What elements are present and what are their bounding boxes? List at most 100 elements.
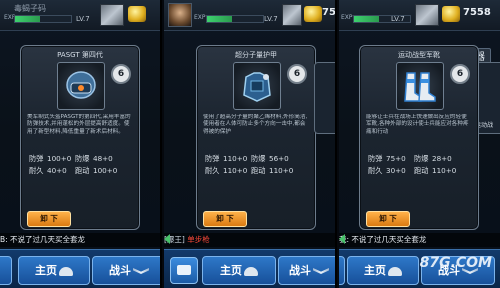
exp-label: EXP [341, 14, 353, 21]
home-button[interactable]: 主页 [202, 256, 276, 285]
gold-coins-icon[interactable] [442, 6, 460, 22]
chat-button[interactable] [339, 256, 345, 285]
stat-value: 110+0 [432, 166, 457, 175]
chat-ticker[interactable]: 我: 不说了过几天买全套龙 [339, 233, 500, 247]
level-badge: 6 [450, 64, 470, 84]
avatar[interactable] [168, 3, 192, 27]
stat-row: 防弹 100+0 防爆 48+0 [29, 154, 133, 166]
scroll-left-arrow-icon[interactable] [164, 234, 170, 244]
unequip-button[interactable]: 卸 下 [366, 211, 410, 227]
gold-coins-icon[interactable] [304, 6, 322, 22]
level-label: LV.7 [264, 15, 278, 23]
item-title: 运动战型军靴 [398, 51, 440, 59]
item-description: 美军制式头盔PASGT的第四代,采用丰富的防弹技术,并用蓬松的外层提高舒适度。使… [27, 114, 131, 135]
site-watermark: 87G.COM [419, 255, 492, 271]
rank-icon [415, 4, 439, 26]
stat-label: 耐久 [205, 166, 220, 175]
level-label: LV.7 [76, 15, 90, 23]
scroll-left-arrow-icon[interactable] [339, 234, 345, 244]
item-description: 使用了超高分子量的聚乙烯材料,外形简洁,使用者在人体可防止多个方向一击中,都会得… [203, 114, 308, 135]
top-status-bar: 毒蝎子码 EXP LV.7 [0, 0, 160, 31]
gold-amount: 7558 [463, 7, 491, 18]
beret-icon [59, 266, 73, 276]
helmet-icon [57, 62, 105, 110]
stat-label: 跑动 [251, 166, 266, 175]
stat-value: 100+0 [93, 166, 118, 175]
chat-ticker[interactable]: B: 不说了过几天买全套龙 [0, 233, 160, 247]
side-item-card[interactable] [314, 62, 335, 134]
gold-coins-icon[interactable] [128, 6, 146, 22]
item-detail-card: PASGT 第四代 6 美军制式头盔PASGT的第四代,采用丰富的防弹技术,并用… [20, 45, 140, 230]
chat-message: 我: 不说了过几天买全套龙 [339, 235, 427, 244]
stat-row: 防弹 110+0 防爆 56+0 [205, 154, 309, 166]
bottom-nav: 主页 战斗 [164, 249, 335, 288]
home-label: 主页 [35, 264, 57, 277]
player-name: 毒蝎子码 [14, 4, 46, 13]
stat-row: 耐久 30+0 跑动 110+0 [368, 166, 472, 178]
exp-bar-fill [354, 16, 380, 22]
stat-row: 耐久 110+0 跑动 110+0 [205, 166, 309, 178]
battle-label: 战斗 [109, 264, 131, 277]
stat-value: 110+0 [223, 154, 248, 163]
exp-bar [206, 15, 264, 23]
stat-label: 耐久 [29, 166, 44, 175]
level-badge: 6 [287, 64, 307, 84]
stat-label: 防弹 [205, 154, 220, 163]
item-description: 能够让士兵在战场上快速做出反应的轻便军靴,各种外部的设计使士兵能应对各种疼痛和行… [366, 114, 469, 135]
rank-icon [100, 4, 124, 26]
rank-icon [282, 4, 302, 26]
battle-button[interactable]: 战斗 [92, 256, 160, 285]
item-detail-card: 运动战型军靴 6 能够让士兵在战场上快速做出反应的轻便军靴,各种外部的设计使士兵… [359, 45, 479, 230]
unequip-button[interactable]: 卸 下 [27, 211, 71, 227]
beret-icon [388, 266, 402, 276]
stat-value: 110+0 [269, 166, 294, 175]
wings-icon [133, 268, 149, 274]
stat-label: 防爆 [414, 154, 429, 163]
beret-icon [244, 266, 258, 276]
chat-message: 单步枪 [187, 235, 210, 244]
stat-value: 56+0 [269, 154, 289, 163]
level-badge: 6 [111, 64, 131, 84]
unequip-button[interactable]: 卸 下 [203, 211, 247, 227]
stat-label: 防弹 [368, 154, 383, 163]
home-label: 主页 [364, 264, 386, 277]
top-status-bar: EXP LV.7 75 [164, 0, 335, 31]
level-label: LV.7 [391, 15, 405, 23]
stat-row: 防弹 75+0 防爆 28+0 [368, 154, 472, 166]
item-stats: 防弹 110+0 防爆 56+0 耐久 110+0 跑动 110+0 [205, 154, 309, 178]
panel-helmet: 毒蝎子码 EXP LV.7 PASGT 第四代 6 美军制式头盔PASGT的第四… [0, 0, 162, 288]
battle-button[interactable]: 战斗 [278, 256, 335, 285]
battle-label: 战斗 [289, 264, 311, 277]
item-stats: 防弹 75+0 防爆 28+0 耐久 30+0 跑动 110+0 [368, 154, 472, 178]
stat-row: 耐久 40+0 跑动 100+0 [29, 166, 133, 178]
body-armor-icon [233, 62, 281, 110]
exp-bar [14, 15, 72, 23]
stat-label: 防弹 [29, 154, 44, 163]
bottom-nav: 主页 战斗 [0, 249, 160, 288]
chat-ticker[interactable]: [爆王] 单步枪 [164, 233, 335, 247]
item-detail-card: 超分子量护甲 6 使用了超高分子量的聚乙烯材料,外形简洁,使用者在人体可防止多个… [196, 45, 316, 230]
item-stats: 防弹 100+0 防爆 48+0 耐久 40+0 跑动 100+0 [29, 154, 133, 178]
stat-value: 30+0 [386, 166, 406, 175]
chat-button[interactable] [0, 256, 12, 285]
boots-icon [396, 62, 444, 110]
stat-label: 耐久 [368, 166, 383, 175]
gold-amount: 75 [322, 7, 336, 18]
chat-bubble-icon[interactable] [170, 257, 198, 284]
stat-value: 100+0 [47, 154, 72, 163]
top-status-bar: EXP LV.7 7558 [339, 0, 500, 31]
item-title: 超分子量护甲 [235, 51, 277, 59]
chat-message: B: 不说了过几天买全套龙 [0, 235, 86, 244]
stat-value: 110+0 [223, 166, 248, 175]
home-label: 主页 [220, 264, 242, 277]
panel-boots: EXP LV.7 7558 武器 运动战 运动战型军靴 6 能够让士兵在战场上快… [339, 0, 500, 288]
home-button[interactable]: 主页 [347, 256, 419, 285]
home-button[interactable]: 主页 [18, 256, 90, 285]
stat-value: 40+0 [47, 166, 67, 175]
stat-label: 防爆 [251, 154, 266, 163]
item-title: PASGT 第四代 [57, 51, 103, 59]
panel-armor: EXP LV.7 75 超分子量护甲 6 使用了超高分子量的聚乙烯材料,外形简洁… [164, 0, 337, 288]
stat-value: 75+0 [386, 154, 406, 163]
wings-icon [313, 268, 329, 274]
screenshot-collage: 毒蝎子码 EXP LV.7 PASGT 第四代 6 美军制式头盔PASGT的第四… [0, 0, 500, 288]
